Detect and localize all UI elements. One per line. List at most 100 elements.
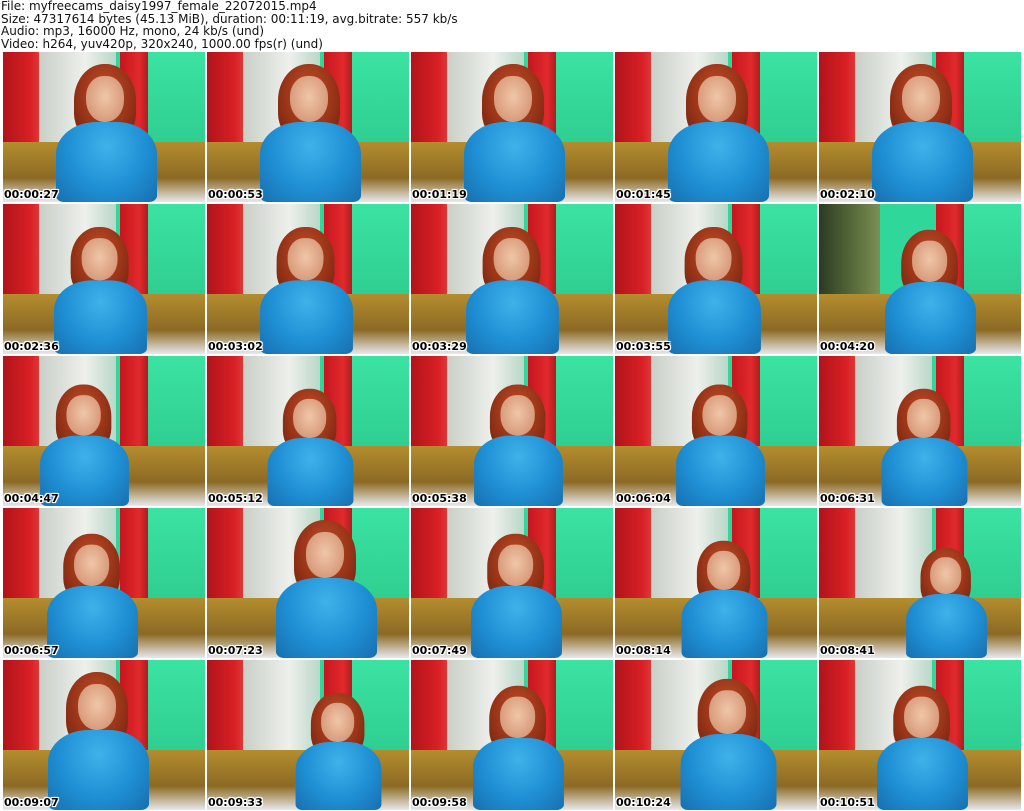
face (292, 399, 326, 438)
video-thumbnail: 00:10:24 (615, 660, 817, 810)
blue-dress (55, 121, 157, 202)
blue-dress (884, 281, 976, 354)
face (497, 544, 533, 586)
person-figure (39, 384, 129, 506)
blue-dress (470, 585, 562, 658)
person-figure (275, 520, 377, 658)
blue-dress (463, 121, 565, 202)
timestamp-label: 00:00:27 (4, 188, 59, 201)
timestamp-label: 00:06:04 (616, 492, 671, 505)
person-figure (681, 540, 767, 658)
timestamp-label: 00:07:23 (208, 644, 263, 657)
person-figure (667, 64, 769, 202)
thumbnail-grid: 00:00:27 00:00:53 00:01:19 00:01:45 00:02:10… (3, 52, 1023, 810)
person-figure (884, 229, 976, 354)
video-thumbnail: 00:05:12 (207, 356, 409, 506)
person-figure (667, 227, 761, 354)
video-thumbnail: 00:04:47 (3, 356, 205, 506)
timestamp-label: 00:00:53 (208, 188, 263, 201)
person-figure (905, 547, 987, 658)
face (929, 557, 961, 594)
person-figure (267, 388, 353, 506)
video-thumbnail: 00:04:20 (819, 204, 1021, 354)
video-thumbnail: 00:02:10 (819, 52, 1021, 202)
blue-dress (876, 737, 968, 810)
face (702, 395, 737, 436)
video-thumbnail: 00:00:27 (3, 52, 205, 202)
video-thumbnail: 00:06:04 (615, 356, 817, 506)
person-figure (295, 692, 381, 810)
face (287, 238, 323, 281)
face (708, 690, 746, 734)
file-name-line: File: myfreecams_daisy1997_female_220720… (1, 0, 317, 13)
timestamp-label: 00:04:20 (820, 340, 875, 353)
blue-dress (259, 280, 353, 354)
face (499, 696, 535, 738)
face (320, 703, 354, 742)
blue-dress (295, 741, 381, 810)
face (695, 238, 731, 281)
timestamp-label: 00:08:14 (616, 644, 671, 657)
video-thumbnail: 00:08:41 (819, 508, 1021, 658)
blue-dress (680, 733, 776, 810)
face (901, 76, 941, 122)
face (305, 532, 345, 578)
person-figure (472, 685, 564, 810)
blue-dress (675, 435, 765, 506)
face (73, 544, 109, 586)
video-thumbnail: 00:06:31 (819, 356, 1021, 506)
face (500, 395, 535, 436)
blue-dress (905, 593, 987, 658)
person-figure (675, 384, 765, 506)
face (81, 238, 117, 281)
video-thumbnail: 00:05:38 (411, 356, 613, 506)
video-thumbnail: 00:09:33 (207, 660, 409, 810)
face (77, 684, 117, 730)
timestamp-label: 00:06:57 (4, 644, 59, 657)
person-figure (470, 533, 562, 658)
face (697, 76, 737, 122)
face (66, 395, 101, 436)
person-figure (881, 388, 967, 506)
video-thumbnail: 00:07:49 (411, 508, 613, 658)
person-figure (259, 227, 353, 354)
video-thumbnail: 00:00:53 (207, 52, 409, 202)
timestamp-label: 00:01:45 (616, 188, 671, 201)
face (493, 76, 533, 122)
blue-dress (47, 729, 149, 810)
video-thumbnail: 00:01:45 (615, 52, 817, 202)
person-figure (259, 64, 361, 202)
face (906, 399, 940, 438)
video-thumbnail: 00:06:57 (3, 508, 205, 658)
video-thumbnail: 00:03:02 (207, 204, 409, 354)
timestamp-label: 00:05:38 (412, 492, 467, 505)
video-thumbnail: 00:08:14 (615, 508, 817, 658)
timestamp-label: 00:10:24 (616, 796, 671, 809)
video-thumbnail: 00:03:55 (615, 204, 817, 354)
video-thumbnail: 00:09:58 (411, 660, 613, 810)
blue-dress (667, 121, 769, 202)
blue-dress (275, 577, 377, 658)
person-figure (47, 672, 149, 810)
timestamp-label: 00:09:07 (4, 796, 59, 809)
video-thumbnail: 00:01:19 (411, 52, 613, 202)
timestamp-label: 00:09:58 (412, 796, 467, 809)
blue-dress (53, 280, 147, 354)
timestamp-label: 00:02:10 (820, 188, 875, 201)
video-thumbnail: 00:03:29 (411, 204, 613, 354)
blue-dress (267, 437, 353, 506)
blue-dress (259, 121, 361, 202)
face (85, 76, 125, 122)
face (911, 240, 947, 282)
person-figure (473, 384, 563, 506)
face (289, 76, 329, 122)
face (493, 238, 529, 281)
person-figure (463, 64, 565, 202)
timestamp-label: 00:04:47 (4, 492, 59, 505)
audio-info-line: Audio: mp3, 16000 Hz, mono, 24 kb/s (und… (1, 24, 265, 38)
person-figure (876, 685, 968, 810)
blue-dress (46, 585, 138, 658)
blue-dress (667, 280, 761, 354)
person-figure (46, 533, 138, 658)
timestamp-label: 00:09:33 (208, 796, 263, 809)
